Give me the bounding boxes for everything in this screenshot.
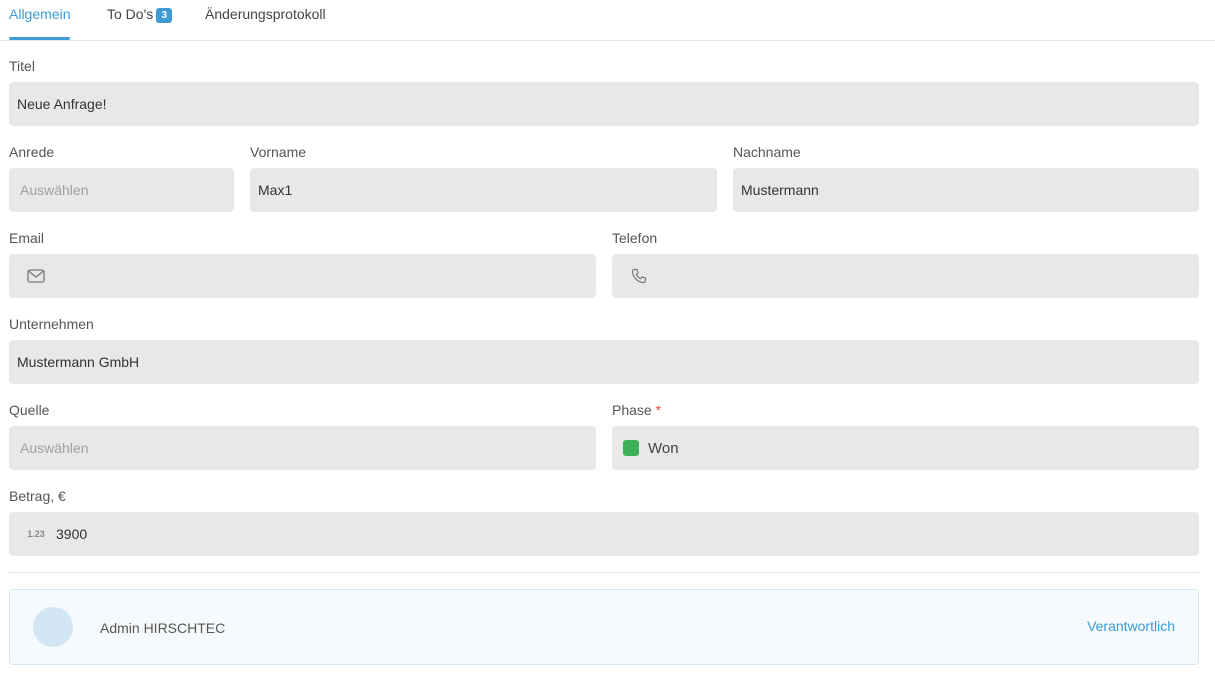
divider bbox=[9, 572, 1199, 573]
avatar bbox=[33, 607, 73, 647]
required-mark: * bbox=[655, 402, 662, 418]
unternehmen-label: Unternehmen bbox=[9, 316, 94, 332]
tab-label: To Do's bbox=[107, 6, 154, 22]
anrede-placeholder: Auswählen bbox=[20, 182, 89, 198]
tab-aenderungsprotokoll[interactable]: Änderungsprotokoll bbox=[205, 0, 326, 41]
titel-input[interactable]: Neue Anfrage! bbox=[9, 82, 1199, 126]
number-icon: 1.23 bbox=[27, 529, 45, 539]
unternehmen-input[interactable]: Mustermann GmbH bbox=[9, 340, 1199, 384]
phone-icon bbox=[624, 268, 654, 284]
betrag-input[interactable]: 1.23 3900 bbox=[9, 512, 1199, 556]
titel-value: Neue Anfrage! bbox=[17, 96, 107, 112]
quelle-select[interactable]: Auswählen bbox=[9, 426, 596, 470]
phase-label: Phase * bbox=[612, 402, 661, 418]
phase-label-text: Phase bbox=[612, 402, 652, 418]
email-label: Email bbox=[9, 230, 45, 246]
telefon-label: Telefon bbox=[612, 230, 658, 246]
tab-label: Änderungsprotokoll bbox=[205, 6, 326, 22]
anrede-label: Anrede bbox=[9, 144, 55, 160]
tab-allgemein[interactable]: Allgemein bbox=[9, 0, 71, 41]
titel-label: Titel bbox=[9, 58, 35, 74]
anrede-select[interactable]: Auswählen bbox=[9, 168, 234, 212]
envelope-icon bbox=[21, 269, 51, 283]
active-tab-indicator bbox=[9, 37, 71, 40]
email-field[interactable] bbox=[9, 254, 596, 298]
tab-bar: Allgemein To Do's 3 Änderungsprotokoll bbox=[0, 0, 1215, 41]
nachname-label: Nachname bbox=[733, 144, 801, 160]
vorname-value: Max1 bbox=[258, 182, 293, 198]
nachname-input[interactable]: Mustermann bbox=[733, 168, 1199, 212]
phase-select[interactable]: Won bbox=[612, 426, 1199, 470]
betrag-label: Betrag, € bbox=[9, 488, 66, 504]
assignee-name: Admin HIRSCHTEC bbox=[100, 620, 226, 636]
tab-label: Allgemein bbox=[9, 6, 71, 22]
assignee-card: Admin HIRSCHTEC Verantwortlich bbox=[9, 589, 1199, 665]
telefon-field[interactable] bbox=[612, 254, 1199, 298]
vorname-input[interactable]: Max1 bbox=[250, 168, 717, 212]
vorname-label: Vorname bbox=[250, 144, 307, 160]
betrag-value: 3900 bbox=[56, 526, 88, 542]
assignee-role-link[interactable]: Verantwortlich bbox=[1087, 618, 1175, 634]
phase-value: Won bbox=[648, 439, 679, 457]
nachname-value: Mustermann bbox=[741, 182, 819, 198]
todo-count-badge: 3 bbox=[156, 8, 173, 23]
unternehmen-value: Mustermann GmbH bbox=[17, 354, 140, 370]
phase-color-indicator bbox=[623, 440, 639, 456]
quelle-label: Quelle bbox=[9, 402, 50, 418]
quelle-placeholder: Auswählen bbox=[20, 440, 89, 456]
tab-todos[interactable]: To Do's 3 bbox=[107, 0, 173, 41]
